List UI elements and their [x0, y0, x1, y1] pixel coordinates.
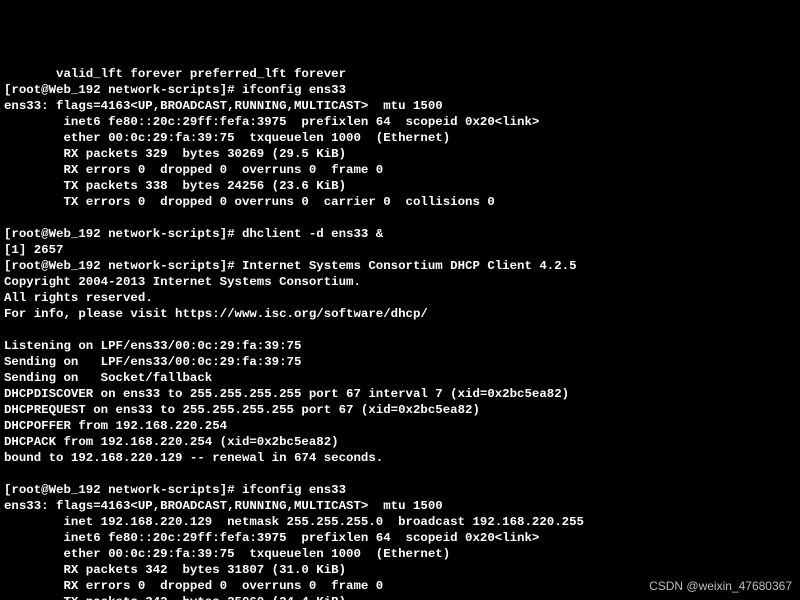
terminal-line: All rights reserved. [4, 291, 153, 305]
terminal-line: RX packets 329 bytes 30269 (29.5 KiB) [4, 147, 346, 161]
terminal-line: [root@Web_192 network-scripts]# ifconfig… [4, 83, 346, 97]
terminal-line: Sending on Socket/fallback [4, 371, 212, 385]
terminal-line: DHCPACK from 192.168.220.254 (xid=0x2bc5… [4, 435, 339, 449]
terminal-line: inet 192.168.220.129 netmask 255.255.255… [4, 515, 584, 529]
terminal-line: Copyright 2004-2013 Internet Systems Con… [4, 275, 361, 289]
terminal-output[interactable]: valid_lft forever preferred_lft forever … [4, 66, 796, 600]
terminal-line: ens33: flags=4163<UP,BROADCAST,RUNNING,M… [4, 499, 443, 513]
terminal-line: [root@Web_192 network-scripts]# dhclient… [4, 227, 383, 241]
terminal-line: For info, please visit https://www.isc.o… [4, 307, 428, 321]
terminal-line: RX packets 342 bytes 31807 (31.0 KiB) [4, 563, 346, 577]
terminal-line: inet6 fe80::20c:29ff:fefa:3975 prefixlen… [4, 115, 539, 129]
terminal-line: TX packets 338 bytes 24256 (23.6 KiB) [4, 179, 346, 193]
terminal-line: [root@Web_192 network-scripts]# ifconfig… [4, 483, 346, 497]
terminal-line: RX errors 0 dropped 0 overruns 0 frame 0 [4, 163, 383, 177]
terminal-line: TX errors 0 dropped 0 overruns 0 carrier… [4, 195, 495, 209]
terminal-line: DHCPOFFER from 192.168.220.254 [4, 419, 227, 433]
terminal-line: ether 00:0c:29:fa:39:75 txqueuelen 1000 … [4, 547, 450, 561]
terminal-line: bound to 192.168.220.129 -- renewal in 6… [4, 451, 383, 465]
terminal-line: ens33: flags=4163<UP,BROADCAST,RUNNING,M… [4, 99, 443, 113]
terminal-line: [1] 2657 [4, 243, 64, 257]
terminal-line: Sending on LPF/ens33/00:0c:29:fa:39:75 [4, 355, 301, 369]
terminal-line: DHCPREQUEST on ens33 to 255.255.255.255 … [4, 403, 480, 417]
watermark: CSDN @weixin_47680367 [649, 578, 792, 594]
terminal-line: Listening on LPF/ens33/00:0c:29:fa:39:75 [4, 339, 301, 353]
terminal-line: inet6 fe80::20c:29ff:fefa:3975 prefixlen… [4, 531, 539, 545]
terminal-line: ether 00:0c:29:fa:39:75 txqueuelen 1000 … [4, 131, 450, 145]
terminal-line: TX packets 342 bytes 25060 (24.4 KiB) [4, 595, 346, 600]
terminal-line: DHCPDISCOVER on ens33 to 255.255.255.255… [4, 387, 569, 401]
terminal-line: RX errors 0 dropped 0 overruns 0 frame 0 [4, 579, 383, 593]
terminal-line: valid_lft forever preferred_lft forever [4, 67, 346, 81]
terminal-line: [root@Web_192 network-scripts]# Internet… [4, 259, 577, 273]
